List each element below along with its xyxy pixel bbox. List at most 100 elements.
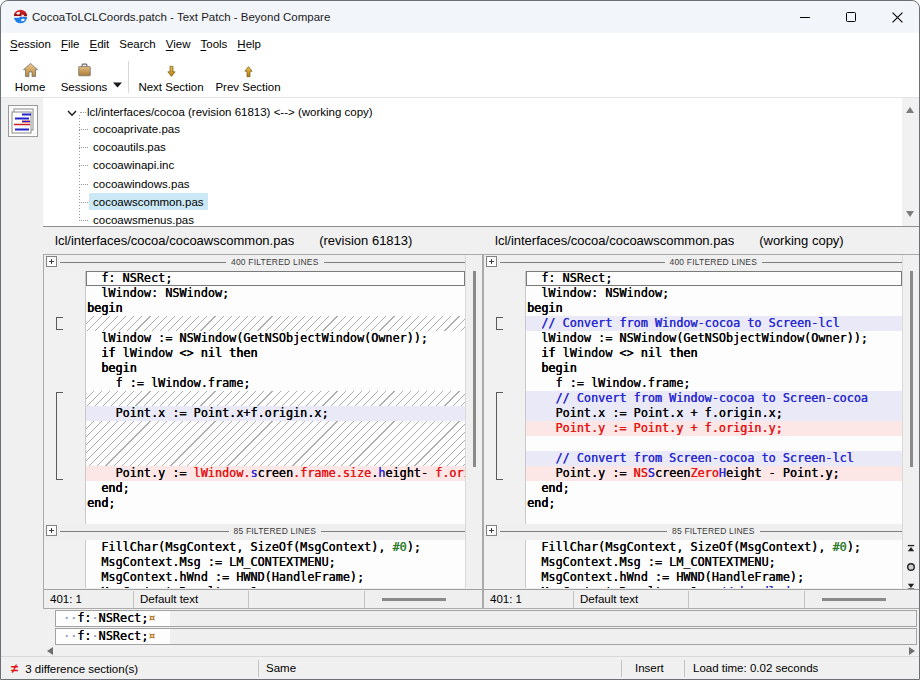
pane-hscrollbar[interactable] xyxy=(805,591,919,608)
code-seg: f: NSRect; xyxy=(527,271,612,285)
code-seg: Point.y := xyxy=(87,466,194,480)
patch-view-button[interactable] xyxy=(8,105,38,137)
code-seg: creen xyxy=(655,466,691,480)
status-empty-cell xyxy=(249,591,365,608)
expand-section-button[interactable] xyxy=(46,256,57,267)
filtered-lines-separator: 85 FILTERED LINES xyxy=(484,524,919,540)
window-title: CocoaToLCLCoords.patch - Text Patch - Be… xyxy=(32,1,330,33)
pane-status-row: 401: 1Default text xyxy=(484,589,919,608)
code-seg: begin xyxy=(527,301,563,315)
menu-help[interactable]: Help xyxy=(232,33,266,55)
hscrollbar-thumb[interactable] xyxy=(382,598,446,601)
menu-tools[interactable]: Tools xyxy=(196,33,233,55)
expand-section-button[interactable] xyxy=(46,525,57,536)
code-area[interactable]: f: NSRect; lWindow: NSWindow;begin // Co… xyxy=(525,271,902,524)
code-seg: // Convert from Screen-cocoa to Screen-l… xyxy=(527,451,854,465)
code-line: FillChar(MsgContext, SizeOf(MsgContext),… xyxy=(526,540,902,555)
menubar: SessionFileEditSearchViewToolsHelp xyxy=(1,33,919,56)
tree-item-label: cocoaprivate.pas xyxy=(89,120,184,137)
patch-file-tree: lcl/interfaces/cocoa (revision 61813) <-… xyxy=(43,98,920,227)
tree-dotted-stub xyxy=(79,220,88,221)
tree-item-cocoawinapi.inc[interactable]: cocoawinapi.inc xyxy=(43,156,920,174)
app-icon xyxy=(13,9,28,24)
tree-scrollbar[interactable] xyxy=(902,98,919,226)
code-seg: lWindow: NSWindow; xyxy=(87,286,229,300)
code-seg: #0 xyxy=(832,540,846,554)
home-icon xyxy=(7,62,53,81)
menu-view[interactable]: View xyxy=(161,33,196,55)
code-seg: f := lWindow.frame; xyxy=(527,376,690,390)
missing-lines-hatch xyxy=(86,391,465,406)
tree-item-cocoaprivate.pas[interactable]: cocoaprivate.pas xyxy=(43,120,920,138)
menu-search[interactable]: Search xyxy=(114,33,160,55)
filtered-lines-label: 400 FILTERED LINES xyxy=(665,257,763,267)
code-seg: if xyxy=(101,346,115,360)
tree-root-item[interactable]: lcl/interfaces/cocoa (revision 61813) <-… xyxy=(43,103,920,121)
code-line: f := lWindow.frame; xyxy=(86,376,465,391)
code-seg: // Convert from Window-cocoa to Screen-c… xyxy=(527,391,868,405)
menu-session[interactable]: Session xyxy=(5,33,56,55)
tree-dotted-stub xyxy=(79,202,88,203)
code-seg: begin xyxy=(101,361,137,375)
code-seg: H xyxy=(719,466,726,480)
code-area[interactable]: FillChar(MsgContext, SizeOf(MsgContext),… xyxy=(85,540,465,588)
tree-item-cocoautils.pas[interactable]: cocoautils.pas xyxy=(43,138,920,156)
code-line: Point.y := Point.y + f.origin.y; xyxy=(526,421,902,436)
code-seg: eight xyxy=(385,466,421,480)
prev-difference-button[interactable] xyxy=(906,540,917,551)
toolbar-next-section[interactable]: Next Section xyxy=(135,58,207,96)
detail-scroll-left-arrow[interactable] xyxy=(47,647,53,655)
code-line: MsgContext.hWnd := HWND(HandleFrame); xyxy=(86,570,465,585)
expand-section-button[interactable] xyxy=(486,525,497,536)
toolbar-prev-section[interactable]: Prev Section xyxy=(213,58,283,96)
code-line: lWindow: NSWindow; xyxy=(86,286,465,301)
code-seg: S xyxy=(648,466,655,480)
tree-item-cocoawindows.pas[interactable]: cocoawindows.pas xyxy=(43,175,920,193)
syntax-mode[interactable]: Default text xyxy=(574,591,689,608)
scroll-down-arrow[interactable] xyxy=(906,211,914,217)
differences-status: ≠3 difference section(s) xyxy=(1,659,258,678)
pane-hscrollbar[interactable] xyxy=(365,591,482,608)
expand-section-button[interactable] xyxy=(486,256,497,267)
next-difference-button[interactable] xyxy=(906,577,917,588)
toolbar-sessions[interactable]: Sessions xyxy=(59,58,109,96)
current-position-marker[interactable] xyxy=(906,558,917,569)
tree-item-cocoawscommon.pas[interactable]: cocoawscommon.pas xyxy=(43,193,920,211)
detail-line[interactable]: ··f:·NSRect;¤ xyxy=(55,610,917,627)
code-seg: then xyxy=(669,346,697,360)
code-area[interactable]: f: NSRect; lWindow: NSWindow; begin lWind… xyxy=(85,271,465,524)
code-line: end; xyxy=(526,496,902,511)
missing-lines-hatch xyxy=(86,316,465,331)
code-seg: lWindow: NSWindow; xyxy=(527,286,669,300)
code-seg: lWindow <> xyxy=(115,346,200,360)
code-seg xyxy=(527,421,555,435)
close-button[interactable] xyxy=(874,1,920,33)
code-seg: begin xyxy=(541,361,577,375)
scroll-up-arrow[interactable] xyxy=(906,107,914,113)
code-seg: lWindow. xyxy=(194,466,251,480)
left-pane-path[interactable]: lcl/interfaces/cocoa/cocoawscommon.pas xyxy=(55,233,294,248)
code-seg: ); xyxy=(407,540,421,554)
syntax-mode[interactable]: Default text xyxy=(134,591,249,608)
code-area[interactable]: FillChar(MsgContext, SizeOf(MsgContext),… xyxy=(525,540,902,588)
minimize-button[interactable] xyxy=(782,1,828,33)
menu-edit[interactable]: Edit xyxy=(84,33,114,55)
toolbar-home[interactable]: Home xyxy=(7,58,53,96)
vscrollbar-thumb[interactable] xyxy=(910,271,913,467)
right-pane-path[interactable]: lcl/interfaces/cocoa/cocoawscommon.pas xyxy=(495,233,734,248)
pane-vscrollbar[interactable] xyxy=(465,255,482,589)
code-seg: then xyxy=(229,346,257,360)
code-line: f: NSRect; xyxy=(86,271,465,286)
maximize-button[interactable] xyxy=(828,1,874,33)
toolbar-separator xyxy=(128,61,129,93)
detail-line[interactable]: ··f:·NSRect;¤ xyxy=(55,628,917,645)
hscrollbar-thumb[interactable] xyxy=(822,598,886,601)
view-sidebar xyxy=(1,98,43,656)
code-seg: MsgContext.Result := 1; xyxy=(87,585,265,588)
pane-vscrollbar[interactable] xyxy=(902,255,919,589)
menu-file[interactable]: File xyxy=(56,33,85,55)
detail-scroll-right-arrow[interactable] xyxy=(909,647,915,655)
sessions-dropdown-arrow[interactable] xyxy=(113,74,122,80)
code-line: lWindow := NSWindow(GetNSObjectWindow(Ow… xyxy=(526,331,902,346)
vscrollbar-thumb[interactable] xyxy=(473,271,476,467)
